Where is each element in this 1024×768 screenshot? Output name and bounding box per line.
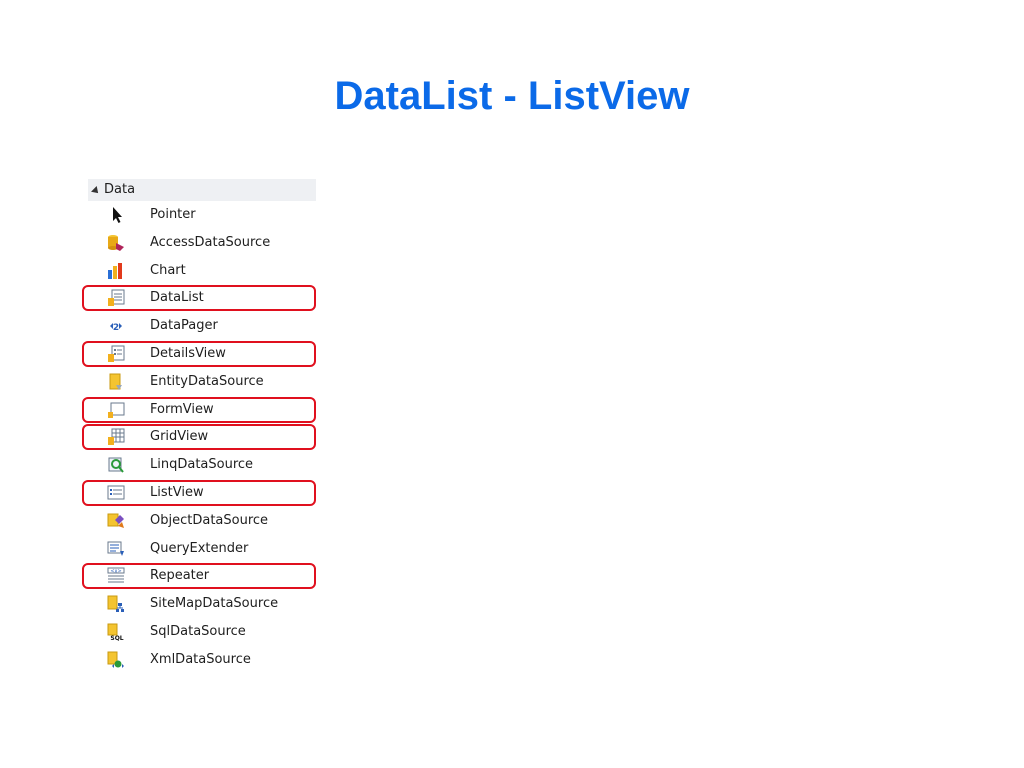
toolbox-panel: Data Pointer AccessDataSource Chart Data… [82, 179, 316, 674]
tool-item-gridview[interactable]: GridView [82, 423, 316, 451]
tool-item-label: SiteMapDataSource [150, 596, 279, 612]
tool-item-label: LinqDataSource [150, 457, 254, 473]
tool-item-chart[interactable]: Chart [88, 257, 316, 285]
formview-icon [106, 401, 126, 419]
tool-item-label: XmlDataSource [150, 651, 251, 667]
repeater-icon: <x> [106, 567, 126, 585]
access-datasource-icon [106, 234, 126, 252]
tool-item-pointer[interactable]: Pointer [88, 201, 316, 229]
tool-item-label: ObjectDataSource [150, 512, 269, 528]
sitemap-datasource-icon [106, 595, 126, 613]
tool-item-repeater[interactable]: <x> Repeater [82, 562, 316, 590]
listview-icon [106, 484, 126, 502]
slide: DataList - ListView Data Pointer AccessD… [0, 0, 1024, 768]
linq-datasource-icon [106, 456, 126, 474]
tool-item-label: DataList [150, 290, 204, 306]
tool-item-label: Pointer [150, 207, 196, 222]
tool-item-accessdatasource[interactable]: AccessDataSource [88, 229, 316, 257]
tool-item-listview[interactable]: ListView [82, 479, 316, 507]
datapager-icon: 2 [106, 317, 126, 335]
object-datasource-icon [106, 512, 126, 530]
svg-text:SQL: SQL [110, 635, 123, 641]
tool-item-formview[interactable]: FormView [82, 396, 316, 424]
slide-title: DataList - ListView [334, 74, 690, 118]
chart-icon [106, 262, 126, 280]
sql-datasource-icon: SQL [106, 623, 126, 641]
tool-item-label: DetailsView [150, 345, 226, 361]
tool-item-queryextender[interactable]: QueryExtender [88, 535, 316, 563]
tool-item-label: QueryExtender [150, 540, 249, 556]
tool-item-label: GridView [150, 429, 209, 445]
tool-item-label: ListView [150, 484, 204, 500]
gridview-icon [106, 428, 126, 446]
collapse-triangle-icon[interactable] [91, 185, 101, 196]
tool-item-datalist[interactable]: DataList [82, 284, 316, 312]
tool-item-label: Chart [150, 262, 186, 278]
tool-item-linqdatasource[interactable]: LinqDataSource [88, 451, 316, 479]
tool-item-label: EntityDataSource [150, 373, 264, 389]
tool-item-label: DataPager [150, 318, 218, 334]
tool-item-objectdatasource[interactable]: ObjectDataSource [88, 507, 316, 535]
detailsview-icon [106, 345, 126, 363]
tool-item-label: AccessDataSource [150, 234, 271, 250]
xml-datasource-icon [106, 651, 126, 669]
tool-item-xmldatasource[interactable]: XmlDataSource [88, 646, 316, 674]
svg-text:2: 2 [113, 323, 119, 333]
tool-item-detailsview[interactable]: DetailsView [82, 340, 316, 368]
toolbox-list: Pointer AccessDataSource Chart DataList [82, 201, 316, 674]
tool-item-sqldatasource[interactable]: SQL SqlDataSource [88, 618, 316, 646]
entity-datasource-icon [106, 373, 126, 391]
tool-item-entitydatasource[interactable]: EntityDataSource [88, 368, 316, 396]
datalist-icon [106, 289, 126, 307]
tool-item-label: SqlDataSource [150, 623, 246, 639]
tool-item-label: Repeater [150, 568, 210, 584]
toolbox-section-header[interactable]: Data [88, 179, 316, 201]
svg-text:<x>: <x> [110, 569, 121, 575]
tool-item-datapager[interactable]: 2 DataPager [88, 312, 316, 340]
toolbox-section-label: Data [104, 182, 136, 197]
tool-item-sitemapdatasource[interactable]: SiteMapDataSource [88, 590, 316, 618]
query-extender-icon [106, 540, 126, 558]
tool-item-label: FormView [150, 401, 214, 417]
pointer-icon [106, 206, 126, 224]
